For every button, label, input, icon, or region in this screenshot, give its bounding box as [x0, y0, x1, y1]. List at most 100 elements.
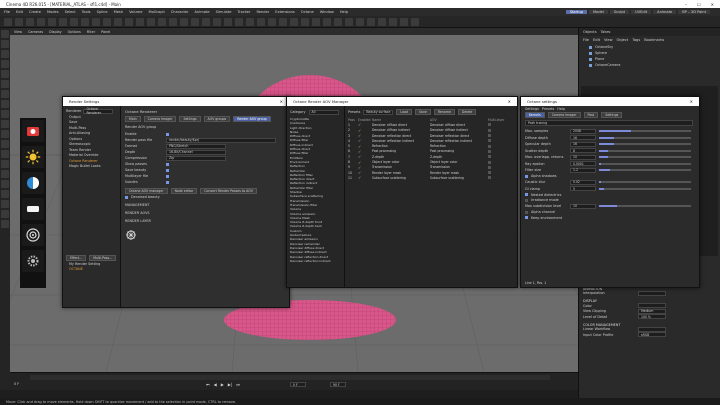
category-select[interactable]: All	[308, 109, 339, 115]
object-menu-view[interactable]: View	[604, 38, 613, 42]
side-tool-icon[interactable]	[1, 60, 9, 68]
menu-render[interactable]: Render	[256, 10, 269, 14]
object-menu-tags[interactable]: Tags	[632, 38, 640, 42]
aov-manager-titlebar[interactable]: Octane Render AOV Manager ✕	[287, 97, 517, 106]
viewport-menu-view[interactable]: View	[14, 30, 22, 34]
octane-param-value[interactable]: 10	[570, 154, 596, 160]
octane-param-value[interactable]: 0.02	[570, 179, 596, 185]
kernel-select[interactable]: Path tracing	[525, 120, 693, 126]
attribute-value[interactable]	[638, 290, 666, 296]
octane-param-value[interactable]: 1.2	[570, 167, 596, 173]
octane-param-slider[interactable]	[599, 162, 691, 165]
octane-param-slider[interactable]	[599, 187, 691, 190]
octane-checkbox[interactable]	[525, 216, 528, 220]
side-tool-icon[interactable]	[1, 30, 9, 38]
toolbar-tool-icon[interactable]	[103, 17, 111, 26]
toolbar-tool-icon[interactable]	[4, 17, 12, 26]
first-frame-icon[interactable]: ⏮	[206, 382, 210, 387]
maximize-button[interactable]: ☐	[697, 2, 701, 7]
toolbar-tool-icon[interactable]	[26, 17, 34, 26]
menu-octane[interactable]: Octane	[301, 10, 314, 14]
side-tool-icon[interactable]	[1, 150, 9, 158]
octane-param-value[interactable]: 2048	[570, 128, 596, 134]
prev-frame-icon[interactable]: ◀	[214, 382, 217, 387]
preset-select[interactable]: Beauty surface	[363, 109, 394, 115]
aov-multilayer-checkbox[interactable]	[488, 171, 491, 175]
play-icon[interactable]: ▶	[221, 382, 224, 387]
octane-param-value[interactable]: 8	[570, 148, 596, 154]
menu-animate[interactable]: Animate	[195, 10, 210, 14]
side-tool-icon[interactable]	[1, 130, 9, 138]
octane-param-value[interactable]: 0.0001	[570, 161, 596, 167]
half-circle-icon[interactable]	[22, 172, 44, 194]
octane-checkbox[interactable]	[525, 210, 528, 214]
octane-param-value[interactable]: 10	[570, 203, 596, 209]
toolbar-tool-icon[interactable]	[400, 17, 408, 26]
side-tool-icon[interactable]	[1, 180, 9, 188]
side-tool-icon[interactable]	[1, 50, 9, 58]
aov-multilayer-checkbox[interactable]	[488, 139, 491, 143]
toolbar-tool-icon[interactable]	[48, 17, 56, 26]
target-icon[interactable]	[22, 224, 44, 246]
octane-settings-tab[interactable]: Post	[583, 112, 599, 118]
check-icon[interactable]: ✓	[358, 175, 372, 180]
check-icon[interactable]: ✓	[358, 128, 372, 133]
toolbar-tool-icon[interactable]	[114, 17, 122, 26]
check-icon[interactable]: ✓	[358, 133, 372, 138]
check-icon[interactable]: ✓	[358, 165, 372, 170]
toolbar-tool-icon[interactable]	[15, 17, 23, 26]
toolbar-tool-icon[interactable]	[169, 17, 177, 26]
toolbar-tool-icon[interactable]	[312, 17, 320, 26]
side-tool-icon[interactable]	[1, 40, 9, 48]
side-tool-icon[interactable]	[1, 220, 9, 228]
toolbar-tool-icon[interactable]	[334, 17, 342, 26]
object-menu-object[interactable]: Object	[617, 38, 629, 42]
toolbar-tool-icon[interactable]	[279, 17, 287, 26]
toolbar-tool-icon[interactable]	[81, 17, 89, 26]
menu-mesh[interactable]: Mesh	[114, 10, 123, 14]
octane-param-slider[interactable]	[599, 205, 691, 208]
render-field-checkbox[interactable]	[166, 162, 169, 166]
gear-icon[interactable]	[22, 250, 44, 272]
octane-menu-item[interactable]: Settings	[525, 107, 539, 111]
octane-param-slider[interactable]	[599, 149, 691, 152]
side-tool-icon[interactable]	[1, 170, 9, 178]
render-settings-tab[interactable]: Settings	[179, 116, 201, 122]
side-tool-icon[interactable]	[1, 210, 9, 218]
side-tool-icon[interactable]	[1, 90, 9, 98]
object-menu-edit[interactable]: Edit	[593, 38, 600, 42]
toolbar-tool-icon[interactable]	[411, 17, 419, 26]
render-layer-section[interactable]: RENDER LAYER	[125, 219, 285, 223]
aov-category-item[interactable]: Denoiser reflection indirect	[290, 259, 341, 263]
aov-multilayer-checkbox[interactable]	[488, 155, 491, 159]
viewport-menu-display[interactable]: Display	[49, 30, 62, 34]
close-icon[interactable]: ✕	[690, 99, 699, 104]
next-frame-icon[interactable]: ▶|	[228, 382, 232, 387]
octane-settings-tab[interactable]: Settings	[601, 112, 623, 118]
viewport-menu-options[interactable]: Options	[68, 30, 81, 34]
camera-icon[interactable]	[22, 120, 44, 142]
close-icon[interactable]: ✕	[508, 99, 517, 104]
check-icon[interactable]: ✓	[358, 154, 372, 159]
octane-param-slider[interactable]	[599, 169, 691, 172]
aov-multilayer-checkbox[interactable]	[488, 165, 491, 169]
octane-checkbox[interactable]	[525, 174, 528, 178]
toolbar-tool-icon[interactable]	[268, 17, 276, 26]
aov-preset-button[interactable]: Delete	[457, 109, 477, 115]
toolbar-tool-icon[interactable]	[202, 17, 210, 26]
toolbar-tool-icon[interactable]	[213, 17, 221, 26]
toolbar-tool-icon[interactable]	[224, 17, 232, 26]
tab-objects[interactable]: Objects	[583, 30, 597, 34]
attribute-value[interactable]: 100 %	[638, 314, 666, 320]
aov-multilayer-checkbox[interactable]	[488, 149, 491, 153]
toolbar-tool-icon[interactable]	[345, 17, 353, 26]
render-field-checkbox[interactable]	[166, 168, 169, 172]
toolbar-tool-icon[interactable]	[389, 17, 397, 26]
check-icon[interactable]: ✓	[358, 122, 372, 127]
object-menu-file[interactable]: File	[583, 38, 589, 42]
toolbar-tool-icon[interactable]	[136, 17, 144, 26]
render-field-checkbox[interactable]	[166, 132, 169, 136]
render-settings-titlebar[interactable]: Render Settings ✕	[63, 97, 289, 106]
viewport-menu-filter[interactable]: Filter	[87, 30, 95, 34]
renderer-select[interactable]: Octane Renderer	[83, 107, 114, 115]
